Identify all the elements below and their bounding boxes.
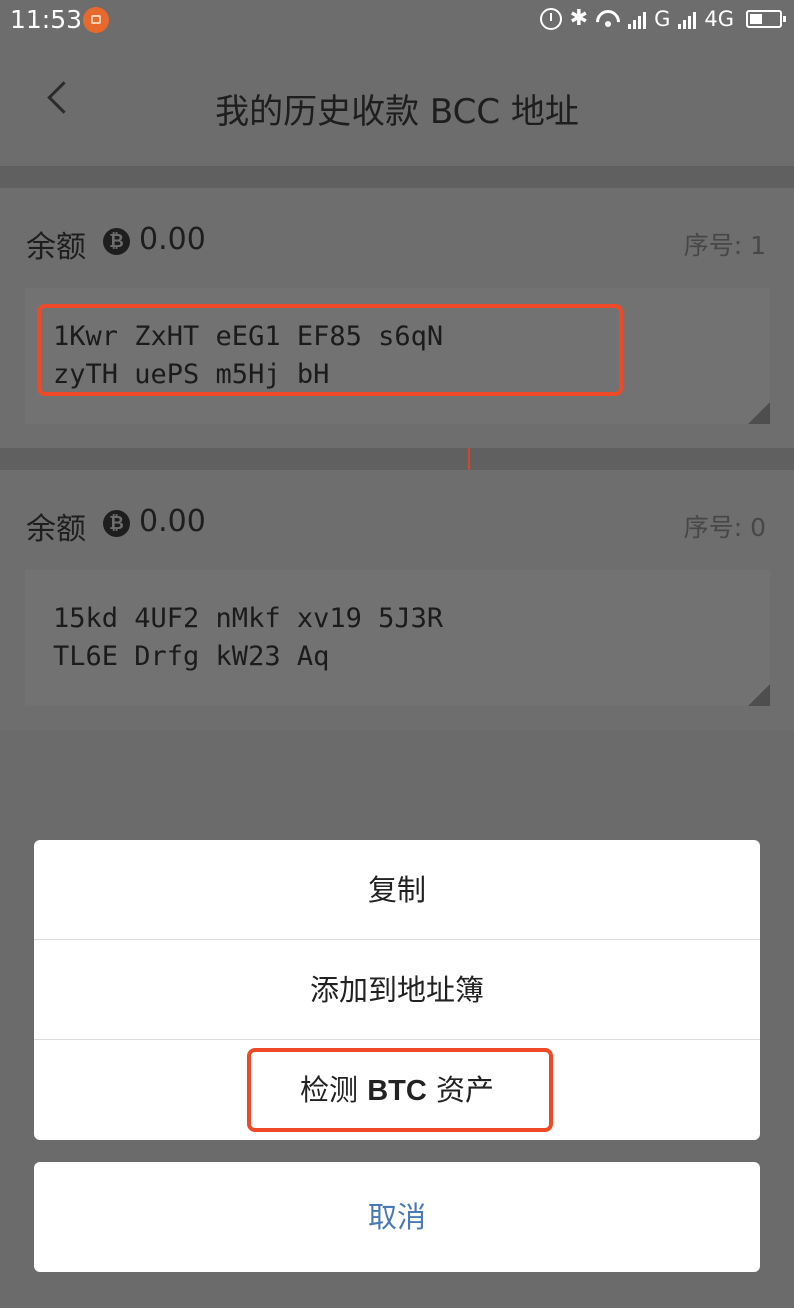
notification-app-icon (83, 7, 109, 33)
signal-icon (678, 9, 697, 29)
alarm-icon (539, 7, 562, 30)
resize-handle-icon (748, 402, 770, 424)
resize-handle-icon (748, 684, 770, 706)
annotation-highlight-box (247, 1048, 553, 1132)
balance-label: 余额 (26, 512, 86, 547)
bluetooth-icon: ✱ (569, 6, 589, 31)
status-time: 11:53 (10, 5, 83, 34)
address-text: 15kd 4UF2 nMkf xv19 5J3R TL6E Drfg kW23 … (53, 603, 444, 672)
battery-icon (746, 9, 786, 28)
annotation-highlight-box (37, 304, 623, 396)
bitcoin-icon: ₿ (103, 228, 130, 255)
divider (0, 448, 794, 470)
wifi-icon (596, 10, 620, 28)
app-header: 我的历史收款 BCC 地址 (0, 42, 794, 166)
network-type-label: 4G (704, 6, 734, 31)
balance-value: 0.00 (139, 222, 206, 257)
signal-icon (628, 9, 647, 29)
address-card: 余额 ₿ 0.00 序号: 0 15kd 4UF2 nMkf xv19 5J3R… (0, 470, 794, 730)
network-type-label: G (654, 6, 671, 31)
status-icons: ✱ G 4G (539, 6, 786, 31)
status-bar: 11:53 ✱ G 4G (0, 0, 794, 42)
balance-label: 余额 (26, 230, 86, 265)
copy-button[interactable]: 复制 (34, 840, 760, 940)
balance-value: 0.00 (139, 504, 206, 539)
sequence-number: 序号: 1 (683, 231, 766, 260)
add-to-address-book-button[interactable]: 添加到地址簿 (34, 940, 760, 1040)
bitcoin-icon: ₿ (103, 510, 130, 537)
cancel-button[interactable]: 取消 (34, 1162, 760, 1272)
sequence-number: 序号: 0 (683, 513, 766, 542)
divider (0, 166, 794, 188)
address-text-area[interactable]: 15kd 4UF2 nMkf xv19 5J3R TL6E Drfg kW23 … (25, 570, 770, 706)
page-title: 我的历史收款 BCC 地址 (215, 92, 579, 132)
